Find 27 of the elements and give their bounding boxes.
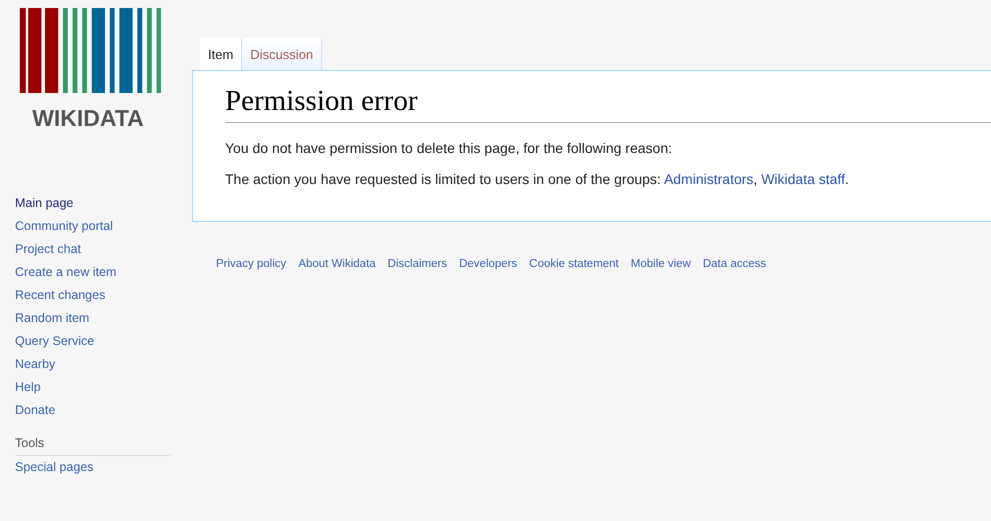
group-link[interactable]: Wikidata staff (761, 171, 845, 187)
wikidata-logo[interactable]: WIKIDATA (15, 8, 161, 130)
sidebar-link[interactable]: Community portal (15, 215, 192, 238)
sidebar-link[interactable]: Create a new item (15, 261, 192, 284)
tab[interactable]: Item (200, 38, 242, 70)
sidebar-link[interactable]: Main page (15, 192, 192, 215)
sidebar-link[interactable]: Query Service (15, 330, 192, 353)
sidebar-link[interactable]: Project chat (15, 238, 192, 261)
tab[interactable]: Discussion (242, 38, 322, 70)
reason-text: The action you have requested is limited to users in one of the groups: Administrators, Wikidata staff. (225, 170, 850, 189)
group-link[interactable]: Administrators (664, 171, 754, 187)
footer-link[interactable]: Developers (459, 258, 518, 270)
sidebar-link[interactable]: Nearby (15, 353, 192, 376)
page-heading: Permission error (225, 85, 991, 123)
footer-link[interactable]: Cookie statement (529, 258, 619, 270)
footer-link[interactable]: Disclaimers (388, 258, 448, 270)
footer-link[interactable]: Mobile view (630, 258, 691, 270)
footer-link[interactable]: Data access (702, 258, 766, 270)
message-text: You do not have permission to delete this page, for the following reason: (225, 139, 673, 158)
footer-link[interactable]: About Wikidata (298, 258, 376, 270)
sidebar-link[interactable]: Help (15, 376, 192, 399)
sidebar-link[interactable]: Donate (15, 399, 192, 422)
sidebar-link[interactable]: Special pages (15, 460, 192, 474)
sidebar-heading: Tools (15, 436, 170, 456)
footer-link[interactable]: Privacy policy (216, 258, 286, 270)
sidebar-link[interactable]: Random item (15, 307, 192, 330)
sidebar-link[interactable]: Recent changes (15, 284, 192, 307)
